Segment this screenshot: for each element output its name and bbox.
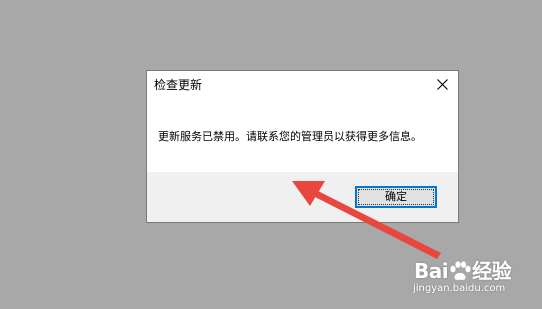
dialog-footer: 确定 [147, 172, 458, 222]
watermark-logo: Bai 经验 [414, 255, 512, 284]
close-button[interactable] [427, 71, 458, 99]
dialog-titlebar: 检查更新 [147, 71, 458, 102]
watermark-brand-prefix: Bai [414, 259, 449, 283]
paw-icon [450, 261, 471, 280]
ok-button[interactable]: 确定 [355, 186, 437, 208]
dialog-title: 检查更新 [154, 78, 203, 92]
update-dialog: 检查更新 更新服务已禁用。请联系您的管理员以获得更多信息。 确定 [146, 70, 459, 223]
watermark-brand-suffix: 经验 [472, 259, 512, 283]
close-icon [437, 79, 448, 90]
watermark-url: jingyan.baidu.com [413, 283, 506, 294]
watermark: Bai 经验 jingyan.baidu.com [412, 252, 530, 302]
dialog-message: 更新服务已禁用。请联系您的管理员以获得更多信息。 [158, 130, 422, 143]
